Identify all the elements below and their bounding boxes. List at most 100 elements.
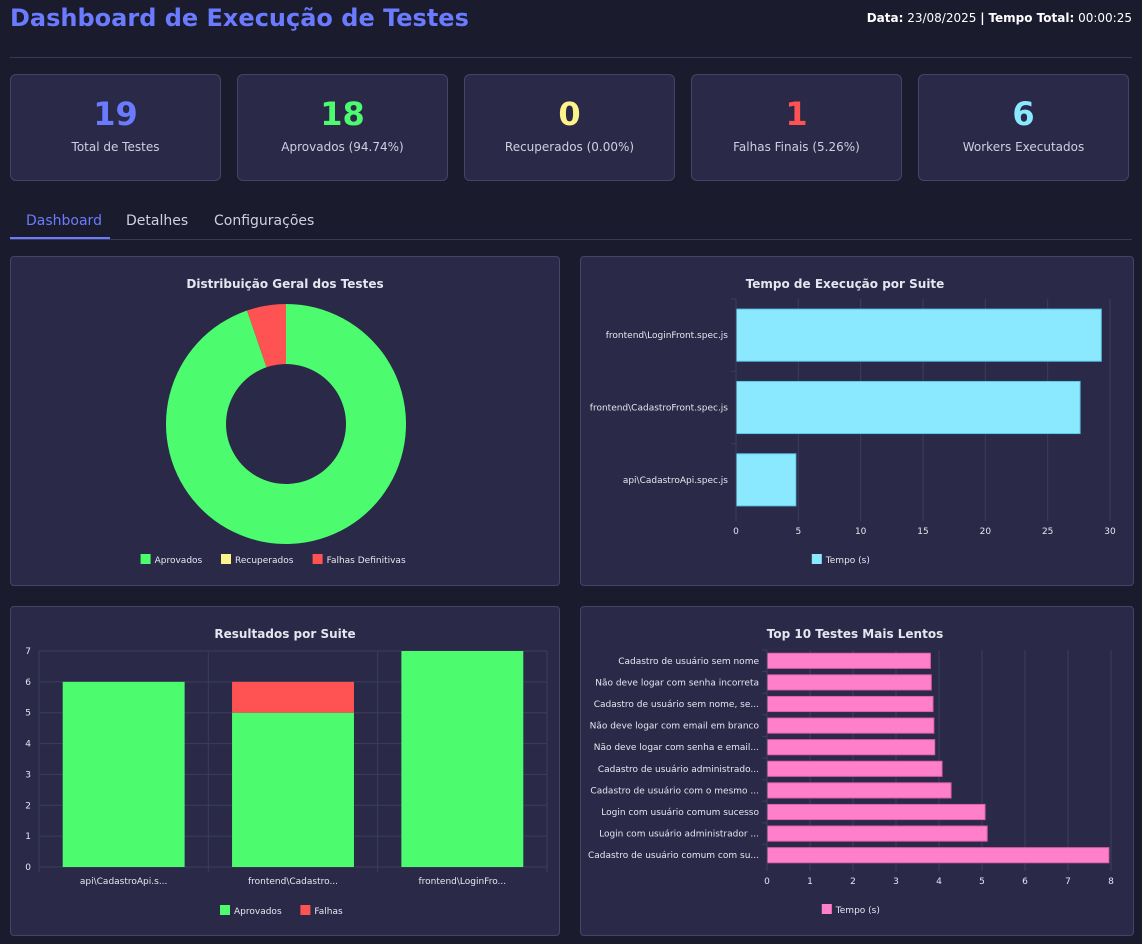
- legend-swatch: [821, 904, 832, 914]
- y-tick-label: api\CadastroApi.spec.js: [623, 476, 728, 486]
- x-tick-label: 7: [1065, 877, 1071, 887]
- total-time-value: 00:00:25: [1078, 11, 1132, 25]
- y-tick-label: 3: [25, 770, 31, 780]
- panel-suite-results: Resultados por Suite 0 1 2 3 4 5 6 7 api\Cadastro…: [10, 606, 560, 936]
- card-value: 6: [1012, 95, 1035, 133]
- meta-separator: |: [980, 11, 985, 25]
- tab-settings[interactable]: Configurações: [214, 213, 314, 229]
- tab-bar: Dashboard Detalhes Configurações: [10, 200, 1132, 240]
- y-tick-label: Login com usuário administrador ...: [599, 830, 759, 840]
- bar: [766, 717, 935, 734]
- card-value: 1: [785, 95, 808, 133]
- x-tick-label: frontend\LoginFro...: [419, 877, 507, 887]
- y-tick-label: 4: [25, 740, 31, 750]
- x-tick-label: 8: [1108, 877, 1114, 887]
- x-tick-label: 6: [1022, 877, 1028, 887]
- bar-approved: [62, 681, 185, 867]
- date-label: Data:: [866, 11, 904, 25]
- x-tick-label: 10: [855, 527, 867, 537]
- bar: [735, 308, 1102, 362]
- chart-title: Distribuição Geral dos Testes: [186, 277, 383, 291]
- card-approved: 18 Aprovados (94.74%): [237, 74, 448, 181]
- x-tick-label: 1: [807, 877, 813, 887]
- x-tick-label: api\CadastroApi.s...: [80, 877, 168, 887]
- distribution-donut-chart: Distribuição Geral dos Testes Aprovados Re…: [140, 277, 407, 566]
- total-time-label: Tempo Total:: [988, 11, 1075, 25]
- card-value: 19: [93, 95, 138, 133]
- legend-label: Tempo (s): [825, 556, 870, 566]
- x-tick-label: 5: [795, 527, 801, 537]
- panel-slowest-tests: Top 10 Testes Mais Lentos 0 1 2 3 4 5 6 7 8 Cadast…: [580, 606, 1134, 936]
- card-label: Total de Testes: [71, 140, 160, 154]
- y-tick-label: 2: [25, 801, 31, 811]
- slowest-tests-bar-chart: Top 10 Testes Mais Lentos 0 1 2 3 4 5 6 7 8 Cadast…: [588, 627, 1114, 916]
- bar: [766, 674, 932, 691]
- page-header: Dashboard de Execução de Testes Data: 23…: [10, 0, 1132, 58]
- legend-label: Falhas: [314, 907, 343, 917]
- y-tick-label: frontend\CadastroFront.spec.js: [590, 404, 729, 414]
- bar: [766, 760, 943, 777]
- legend-label: Falhas Definitivas: [327, 556, 406, 566]
- legend-swatch: [220, 905, 230, 915]
- y-tick-label: 0: [25, 863, 31, 873]
- y-tick-label: Cadastro de usuário administrado...: [598, 765, 759, 775]
- panel-suite-time: Tempo de Execução por Suite 0 5 10 15 20 25 30 f…: [580, 256, 1134, 586]
- bar-approved: [232, 712, 354, 867]
- run-metadata: Data: 23/08/2025 | Tempo Total: 00:00:25: [867, 11, 1132, 25]
- y-tick-label: 7: [25, 647, 31, 657]
- legend-label: Aprovados: [234, 907, 282, 917]
- suite-results-stacked-chart: Resultados por Suite 0 1 2 3 4 5 6 7 api\Cadastro…: [25, 627, 548, 917]
- bar-approved: [401, 651, 524, 867]
- legend-swatch: [140, 554, 151, 564]
- chart-title: Top 10 Testes Mais Lentos: [767, 627, 943, 641]
- x-tick-label: 3: [893, 877, 899, 887]
- legend-swatch: [300, 905, 311, 915]
- x-tick-label: 30: [1104, 527, 1116, 537]
- card-label: Recuperados (0.00%): [504, 140, 635, 154]
- y-tick-label: Cadastro de usuário sem nome, se...: [594, 700, 759, 710]
- tab-dashboard[interactable]: Dashboard: [26, 213, 102, 229]
- legend-swatch: [312, 554, 323, 564]
- y-tick-label: Cadastro de usuário com o mesmo ...: [590, 786, 759, 796]
- y-tick-label: frontend\LoginFront.spec.js: [606, 331, 729, 341]
- bar: [766, 847, 1110, 864]
- legend-swatch: [811, 554, 822, 564]
- suite-time-bar-chart: Tempo de Execução por Suite 0 5 10 15 20 25 30 f…: [590, 277, 1116, 566]
- card-value: 0: [558, 95, 581, 133]
- y-tick-label: Cadastro de usuário comum com su...: [588, 851, 759, 861]
- legend-label: Tempo (s): [835, 906, 880, 916]
- legend-label: Aprovados: [155, 556, 203, 566]
- date-value: 23/08/2025: [907, 11, 977, 25]
- x-tick-label: 0: [764, 877, 770, 887]
- y-tick-label: 6: [25, 678, 31, 688]
- panel-distribution: Distribuição Geral dos Testes Aprovados Re…: [10, 256, 560, 586]
- summary-cards: 19 Total de Testes 18 Aprovados (94.74%)…: [10, 74, 1132, 181]
- card-label: Falhas Finais (5.26%): [733, 140, 860, 154]
- bar: [735, 380, 1081, 435]
- chart-title: Resultados por Suite: [214, 627, 355, 641]
- x-tick-label: 20: [980, 527, 992, 537]
- bar: [766, 652, 931, 669]
- bar-failed: [232, 681, 354, 713]
- x-tick-label: 25: [1042, 527, 1053, 537]
- x-tick-label: 4: [936, 877, 942, 887]
- tab-details[interactable]: Detalhes: [126, 213, 188, 229]
- x-tick-label: 2: [850, 877, 856, 887]
- bar: [766, 803, 986, 821]
- card-workers: 6 Workers Executados: [918, 74, 1129, 181]
- bar: [735, 453, 797, 507]
- x-tick-label: frontend\Cadastro...: [248, 877, 338, 887]
- card-value: 18: [320, 95, 365, 133]
- legend-swatch: [221, 554, 231, 564]
- card-label: Workers Executados: [962, 140, 1085, 154]
- y-tick-label: Login com usuário comum sucesso: [601, 808, 759, 818]
- y-tick-label: Cadastro de usuário sem nome: [618, 657, 759, 667]
- card-total-tests: 19 Total de Testes: [10, 74, 221, 181]
- card-final-failures: 1 Falhas Finais (5.26%): [691, 74, 902, 181]
- x-tick-label: 0: [733, 527, 739, 537]
- bar: [766, 695, 934, 713]
- y-tick-label: 5: [25, 709, 31, 719]
- bar: [766, 782, 952, 799]
- page-title: Dashboard de Execução de Testes: [10, 4, 469, 32]
- y-tick-label: Não deve logar com senha incorreta: [595, 678, 759, 688]
